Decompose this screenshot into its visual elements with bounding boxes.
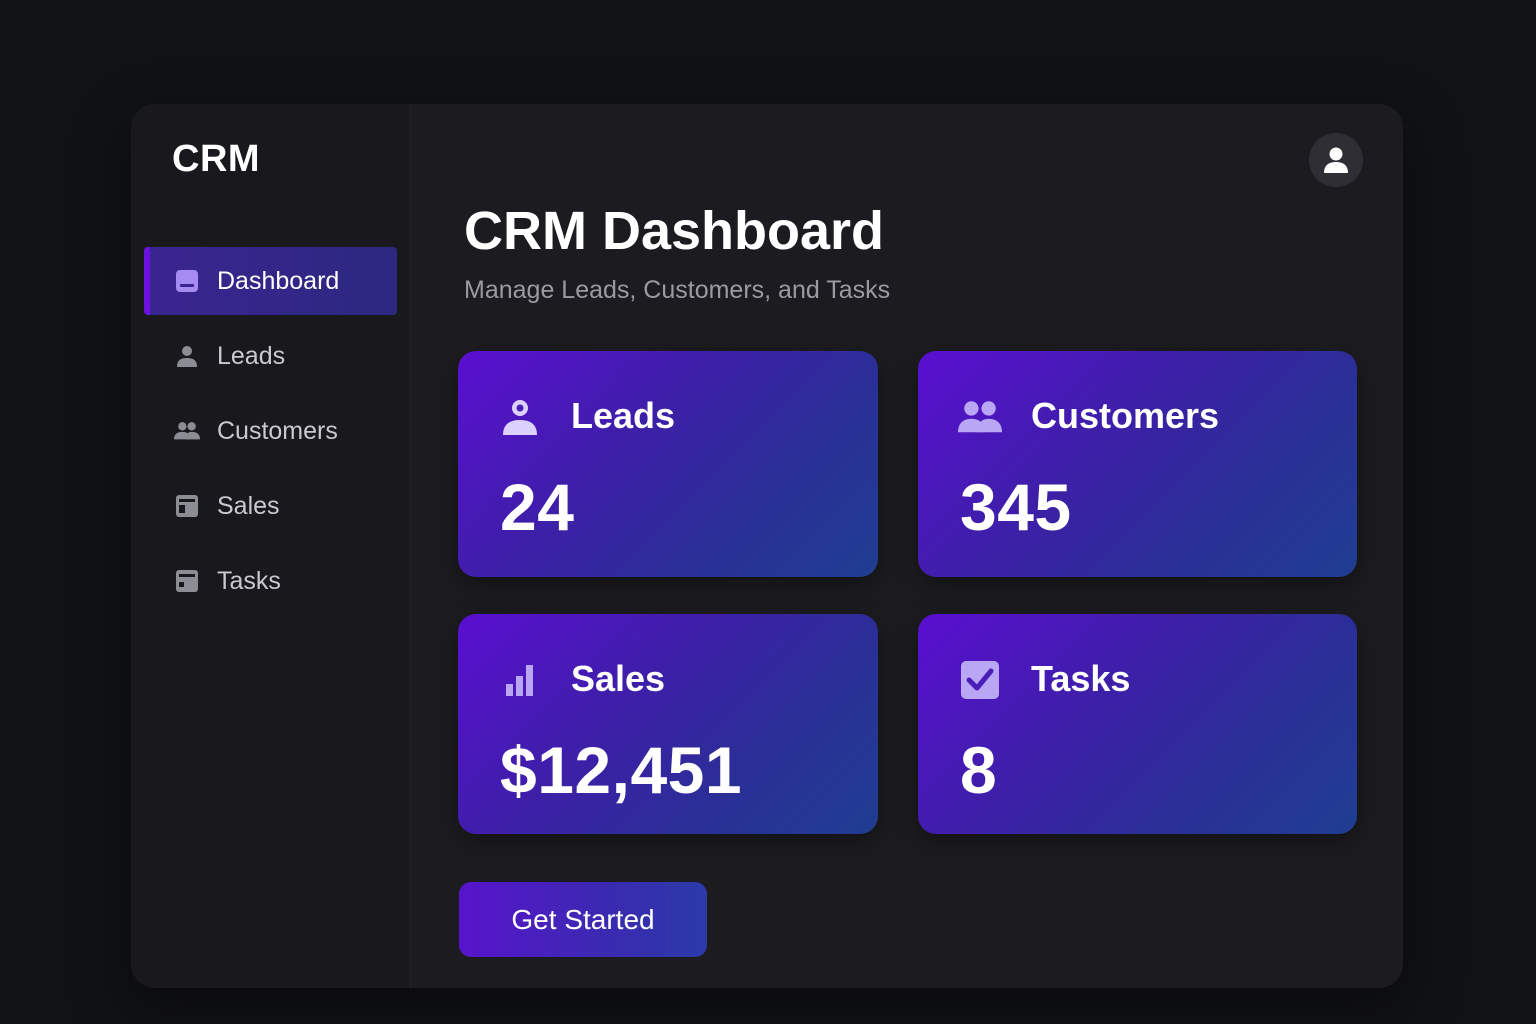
tasks-card[interactable]: Tasks 8 — [918, 614, 1357, 834]
checkbox-icon — [958, 659, 1002, 701]
card-value: $12,451 — [500, 733, 743, 807]
card-value: 345 — [960, 470, 1072, 544]
leads-card[interactable]: Leads 24 — [458, 351, 878, 577]
sidebar-item-label: Tasks — [217, 566, 281, 595]
sidebar-item-label: Customers — [217, 416, 338, 445]
sidebar: CRM Dashboard Leads Customers Sales Task… — [131, 104, 411, 988]
people-icon — [174, 418, 200, 444]
sidebar-item-label: Leads — [217, 341, 286, 370]
card-label: Sales — [571, 658, 666, 699]
page-title: CRM Dashboard — [464, 201, 885, 261]
card-value: 8 — [960, 733, 998, 807]
sales-card[interactable]: Sales $12,451 — [458, 614, 878, 834]
person-icon — [174, 343, 200, 369]
sidebar-item-tasks[interactable]: Tasks — [144, 547, 397, 615]
person-icon — [498, 396, 542, 438]
card-label: Leads — [571, 395, 676, 436]
sidebar-nav: Dashboard Leads Customers Sales Tasks — [144, 247, 397, 622]
sidebar-item-dashboard[interactable]: Dashboard — [144, 247, 397, 315]
sidebar-item-label: Dashboard — [217, 266, 340, 295]
card-label: Customers — [1031, 395, 1220, 436]
customers-card[interactable]: Customers 345 — [918, 351, 1357, 577]
sidebar-item-label: Sales — [217, 491, 280, 520]
people-icon — [958, 396, 1002, 438]
sidebar-item-leads[interactable]: Leads — [144, 322, 397, 390]
bar-chart-icon — [498, 659, 542, 701]
user-avatar-button[interactable] — [1309, 133, 1363, 187]
card-label: Tasks — [1031, 658, 1131, 699]
sales-icon — [174, 493, 200, 519]
card-value: 24 — [500, 470, 575, 544]
app-window: CRM Dashboard Leads Customers Sales Task… — [131, 104, 1403, 988]
tasks-icon — [174, 568, 200, 594]
sidebar-item-customers[interactable]: Customers — [144, 397, 397, 465]
main-content: CRM Dashboard Manage Leads, Customers, a… — [411, 104, 1403, 988]
sidebar-item-sales[interactable]: Sales — [144, 472, 397, 540]
dashboard-icon — [174, 268, 200, 294]
user-avatar-icon — [1324, 147, 1348, 173]
page-subtitle: Manage Leads, Customers, and Tasks — [464, 276, 891, 304]
brand-logo: CRM — [172, 138, 261, 180]
get-started-button[interactable]: Get Started — [459, 882, 707, 957]
